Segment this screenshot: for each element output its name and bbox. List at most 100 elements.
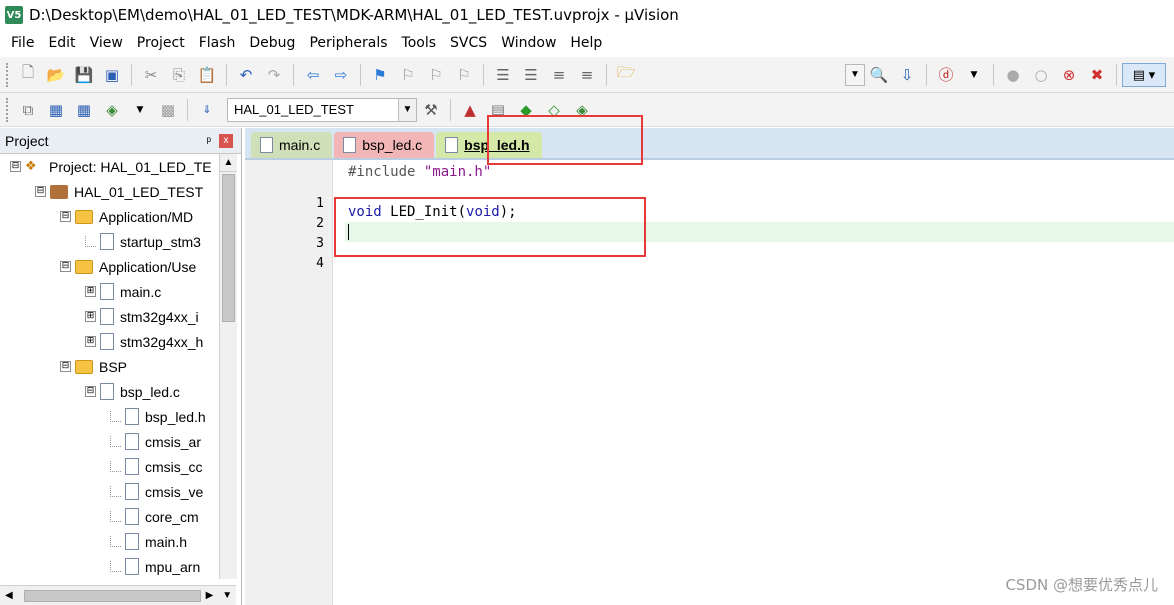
horizontal-scrollbar[interactable]: ◀ ▶ ▼: [0, 585, 236, 605]
tree-item[interactable]: ⊟ HAL_01_LED_TEST: [0, 179, 222, 204]
code-line-2[interactable]: [345, 182, 1174, 202]
tree-item[interactable]: ⊟ ❖ Project: HAL_01_LED_TE: [0, 154, 222, 179]
new-file-icon[interactable]: 🗋: [17, 63, 39, 86]
incremental-find-icon[interactable]: ⇩: [896, 64, 918, 86]
tree-item[interactable]: cmsis_ve: [0, 479, 222, 504]
pack-installer-icon[interactable]: ◇: [543, 99, 565, 121]
undo-icon[interactable]: ↶: [235, 64, 257, 86]
code-line-3[interactable]: void LED_Init(void);: [345, 202, 1174, 222]
uncomment-icon[interactable]: ≡: [576, 64, 598, 86]
tree-item[interactable]: cmsis_cc: [0, 454, 222, 479]
scroll-right-icon[interactable]: ▶: [201, 587, 219, 605]
tree-item[interactable]: cmsis_ar: [0, 429, 222, 454]
download-load-icon[interactable]: ⇓: [196, 99, 218, 121]
collapse-icon[interactable]: ⊟: [10, 161, 21, 172]
select-packs-icon[interactable]: ▤: [487, 99, 509, 121]
editor-tab[interactable]: bsp_led.h: [436, 132, 542, 158]
scroll-thumb[interactable]: [222, 174, 235, 322]
target-select[interactable]: HAL_01_LED_TEST ▼: [227, 97, 417, 122]
unindent-icon[interactable]: ☰: [520, 64, 542, 86]
translate-icon[interactable]: ⧉: [17, 99, 39, 121]
tree-item[interactable]: startup_stm3: [0, 229, 222, 254]
expand-icon[interactable]: ⊞: [85, 286, 96, 297]
navigate-forward-icon[interactable]: ⇨: [330, 64, 352, 86]
collapse-icon[interactable]: ⊟: [60, 211, 71, 222]
debug-dropdown-icon[interactable]: ▼: [963, 64, 985, 86]
tree-item[interactable]: ⊞ stm32g4xx_h: [0, 329, 222, 354]
bookmark-icon[interactable]: ⚑: [369, 64, 391, 86]
stop-build-icon[interactable]: ▩: [157, 99, 179, 121]
expand-icon[interactable]: ⊞: [85, 311, 96, 322]
menu-debug[interactable]: Debug: [242, 30, 302, 56]
scroll-down-icon[interactable]: ▼: [218, 587, 236, 605]
scroll-thumb[interactable]: [23, 589, 201, 602]
collapse-icon[interactable]: ⊟: [60, 261, 71, 272]
scroll-left-icon[interactable]: ◀: [0, 587, 18, 605]
tree-item[interactable]: mpu_arn: [0, 554, 222, 579]
collapse-icon[interactable]: ⊟: [85, 386, 96, 397]
prev-bookmark-icon[interactable]: ⚐: [397, 64, 419, 86]
comment-icon[interactable]: ≡: [548, 64, 570, 86]
code-line-4-current[interactable]: [345, 222, 1174, 242]
menu-project[interactable]: Project: [130, 30, 192, 56]
batch-build-icon[interactable]: ◈: [101, 99, 123, 121]
tree-item[interactable]: ⊞ main.c: [0, 279, 222, 304]
find-icon[interactable]: 🔍: [868, 64, 890, 86]
menu-svcs[interactable]: SVCS: [443, 30, 494, 56]
editor-tab[interactable]: main.c: [251, 132, 333, 158]
debug-session-icon[interactable]: ⓓ: [935, 64, 957, 86]
chevron-down-icon[interactable]: ▼: [398, 98, 416, 121]
kill-all-breakpoints-icon[interactable]: ✖: [1086, 64, 1108, 86]
software-components-icon[interactable]: ◈: [571, 99, 593, 121]
pin-icon[interactable]: ᵖ: [206, 134, 211, 148]
menu-tools[interactable]: Tools: [395, 30, 444, 56]
disable-all-breakpoints-icon[interactable]: ⊗: [1058, 64, 1080, 86]
tree-item[interactable]: ⊞ stm32g4xx_i: [0, 304, 222, 329]
toolbar-grip[interactable]: [6, 97, 10, 122]
tree-item[interactable]: core_cm: [0, 504, 222, 529]
tree-item[interactable]: ⊟ Application/MD: [0, 204, 222, 229]
paste-icon[interactable]: 📋: [196, 64, 218, 86]
redo-icon[interactable]: ↷: [263, 64, 285, 86]
code-line-1[interactable]: #include "main.h": [345, 162, 1174, 182]
collapse-icon[interactable]: ⊟: [35, 186, 46, 197]
tree-item[interactable]: main.h: [0, 529, 222, 554]
find-combo-dropdown[interactable]: ▼: [845, 63, 865, 86]
cut-icon[interactable]: ✂: [140, 64, 162, 86]
toolbar-grip[interactable]: [6, 62, 10, 87]
editor-tab[interactable]: bsp_led.c: [334, 132, 435, 158]
collapse-icon[interactable]: ⊟: [60, 361, 71, 372]
manage-project-items-icon[interactable]: ▲: [459, 99, 481, 121]
build-icon[interactable]: ▦: [45, 99, 67, 121]
indent-icon[interactable]: ☰: [492, 64, 514, 86]
batch-dropdown-icon[interactable]: ▼: [129, 99, 151, 121]
menu-flash[interactable]: Flash: [192, 30, 243, 56]
menu-edit[interactable]: Edit: [41, 30, 82, 56]
manage-rte-icon[interactable]: ◆: [515, 99, 537, 121]
tree-item[interactable]: ⊟ BSP: [0, 354, 222, 379]
tree-item[interactable]: ⊟ Application/Use: [0, 254, 222, 279]
window-layout-button[interactable]: ▤ ▾: [1122, 62, 1166, 87]
clear-bookmarks-icon[interactable]: ⚐: [453, 64, 475, 86]
save-all-icon[interactable]: ▣: [101, 64, 123, 86]
breakpoint-icon[interactable]: ●: [1002, 64, 1024, 86]
code-editor[interactable]: #include "main.h" void LED_Init(void);: [345, 162, 1174, 242]
navigate-back-icon[interactable]: ⇦: [302, 64, 324, 86]
menu-help[interactable]: Help: [563, 30, 609, 56]
save-icon[interactable]: 💾: [73, 64, 95, 86]
menu-file[interactable]: File: [4, 30, 41, 56]
next-bookmark-icon[interactable]: ⚐: [425, 64, 447, 86]
scroll-up-icon[interactable]: ▲: [220, 154, 237, 172]
tree-item[interactable]: bsp_led.h: [0, 404, 222, 429]
open-file-icon[interactable]: 📂: [45, 64, 67, 86]
disable-breakpoint-icon[interactable]: ○: [1030, 64, 1052, 86]
copy-icon[interactable]: ⎘: [168, 64, 190, 86]
menu-peripherals[interactable]: Peripherals: [302, 30, 394, 56]
menu-window[interactable]: Window: [494, 30, 563, 56]
target-options-icon[interactable]: ⚒: [420, 99, 442, 121]
menu-view[interactable]: View: [83, 30, 130, 56]
vertical-scrollbar[interactable]: ▲: [219, 154, 237, 579]
find-in-files-icon[interactable]: 🗁: [615, 63, 637, 86]
tree-item[interactable]: ⊟ bsp_led.c: [0, 379, 222, 404]
rebuild-icon[interactable]: ▦: [73, 99, 95, 121]
